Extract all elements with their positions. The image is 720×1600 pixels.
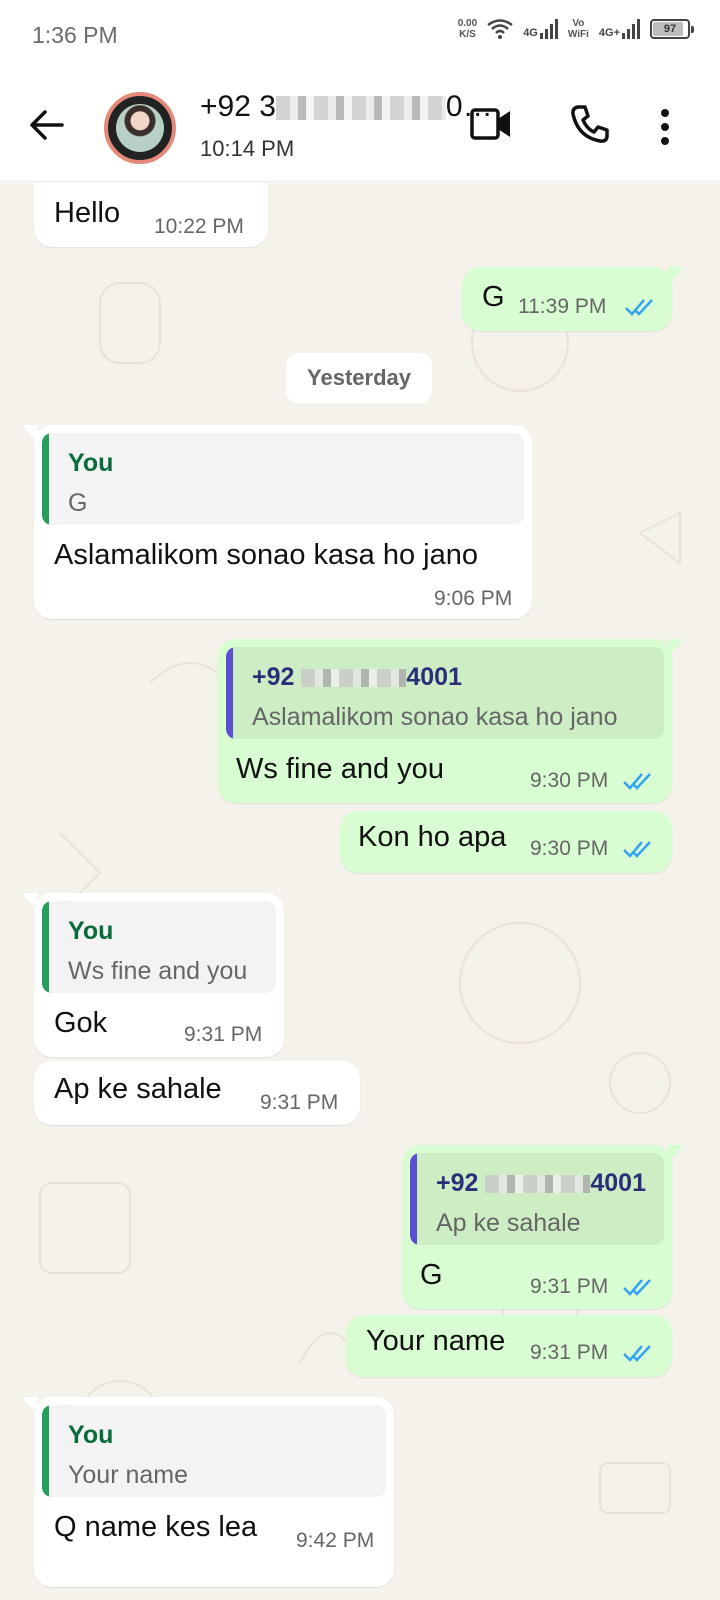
- chat-area[interactable]: Hello 10:22 PM G 11:39 PM Yesterday You …: [0, 183, 720, 1600]
- signal-bars-icon: [622, 19, 640, 39]
- message-text: Ws fine and you: [236, 753, 444, 785]
- net-speed-unit: K/S: [459, 29, 476, 40]
- video-call-icon[interactable]: [470, 106, 512, 142]
- quote-text: Aslamalikom sonao kasa ho jano: [252, 703, 618, 731]
- back-arrow-icon[interactable]: [28, 107, 64, 143]
- message-time: 9:06 PM: [434, 587, 513, 610]
- message-time: 9:31 PM: [260, 1091, 339, 1114]
- message-time: 10:22 PM: [154, 215, 244, 238]
- wifi-icon: [487, 19, 513, 39]
- quote-text: Your name: [68, 1461, 188, 1489]
- message-time: 11:39 PM: [518, 295, 607, 318]
- incoming-message[interactable]: Ap ke sahale 9:31 PM: [34, 1061, 360, 1125]
- redacted-number: [275, 96, 446, 121]
- vowifi-icon: Vo WiFi: [568, 18, 589, 40]
- double-check-icon: [623, 841, 651, 858]
- vowifi-top: Vo: [572, 18, 585, 29]
- battery-level: 97: [663, 23, 677, 35]
- last-seen: 10:14 PM: [200, 136, 295, 161]
- status-icons: 0.00 K/S 4G Vo WiFi 4G+ 97: [458, 18, 694, 40]
- net-speed-value: 0.00: [457, 18, 478, 29]
- redacted-number: [485, 1175, 591, 1194]
- incoming-message[interactable]: You G Aslamalikom sonao kasa ho jano 9:0…: [22, 425, 532, 619]
- outgoing-message[interactable]: Your name 9:31 PM: [346, 1315, 672, 1377]
- incoming-message[interactable]: Hello 10:22 PM: [34, 183, 268, 247]
- chat-header: +92 3 0… 10:14 PM: [0, 72, 720, 182]
- message-text: Aslamalikom sonao kasa ho jano: [54, 539, 478, 571]
- quote-author-suffix: 4001: [406, 663, 462, 691]
- message-time: 9:31 PM: [530, 1275, 609, 1298]
- quote-author: You: [68, 1421, 114, 1449]
- message-time: 9:30 PM: [530, 837, 609, 860]
- quoted-reply[interactable]: You Ws fine and you: [42, 901, 276, 993]
- net-speed: 0.00 K/S: [458, 18, 477, 40]
- more-options-icon[interactable]: [660, 108, 670, 146]
- message-time: 9:31 PM: [530, 1341, 609, 1364]
- message-text: Ap ke sahale: [54, 1073, 222, 1105]
- phone-call-icon[interactable]: [570, 104, 610, 144]
- signal-bars-icon: [539, 19, 558, 39]
- redacted-number: [301, 669, 407, 688]
- quoted-reply[interactable]: +92 4001 Aslamalikom sonao kasa ho jano: [226, 647, 664, 739]
- quote-author-prefix: +92: [252, 663, 295, 691]
- status-time: 1:36 PM: [32, 22, 118, 48]
- contact-avatar[interactable]: [104, 92, 176, 164]
- quoted-reply[interactable]: +92 4001 Ap ke sahale: [410, 1153, 664, 1245]
- incoming-message[interactable]: You Ws fine and you Gok 9:31 PM: [22, 893, 284, 1057]
- message-time: 9:30 PM: [530, 769, 609, 792]
- signal-sim2: 4G+: [599, 19, 640, 39]
- sim1-label: 4G: [523, 27, 538, 39]
- double-check-icon: [623, 1345, 651, 1362]
- message-text: Hello: [54, 197, 121, 229]
- quote-author-suffix: 4001: [590, 1169, 646, 1197]
- message-text: Your name: [366, 1325, 506, 1357]
- message-text: Gok: [54, 1007, 108, 1039]
- quote-text: G: [68, 489, 88, 517]
- outgoing-message[interactable]: +92 4001 Aslamalikom sonao kasa ho jano …: [218, 639, 684, 803]
- outgoing-message[interactable]: G 11:39 PM: [462, 267, 684, 331]
- vowifi-bottom: WiFi: [567, 29, 589, 40]
- sim2-label: 4G+: [598, 27, 620, 39]
- message-time: 9:42 PM: [296, 1529, 375, 1552]
- contact-name[interactable]: +92 3 0…: [200, 90, 493, 124]
- quote-author-prefix: +92: [436, 1169, 479, 1197]
- quote-author: You: [68, 449, 114, 477]
- double-check-icon: [625, 299, 653, 316]
- message-text: Kon ho apa: [358, 821, 507, 853]
- outgoing-message[interactable]: +92 4001 Ap ke sahale G 9:31 PM: [402, 1145, 684, 1309]
- message-time: 9:31 PM: [184, 1023, 263, 1046]
- quote-author: +92 4001: [252, 663, 462, 692]
- double-check-icon: [623, 1279, 651, 1296]
- status-bar: 1:36 PM 0.00 K/S 4G Vo WiFi 4G+ 97: [0, 0, 720, 72]
- outgoing-message[interactable]: Kon ho apa 9:30 PM: [340, 811, 672, 873]
- message-text: Q name kes lea: [54, 1511, 258, 1543]
- quoted-reply[interactable]: You Your name: [42, 1405, 386, 1497]
- signal-sim1: 4G: [523, 19, 558, 39]
- incoming-message[interactable]: You Your name Q name kes lea 9:42 PM: [22, 1397, 394, 1587]
- double-check-icon: [623, 773, 651, 790]
- quote-author: +92 4001: [436, 1169, 646, 1198]
- quoted-reply[interactable]: You G: [42, 433, 524, 525]
- message-text: G: [420, 1259, 443, 1291]
- quote-text: Ws fine and you: [68, 957, 248, 985]
- message-text: G: [482, 281, 505, 313]
- quote-author: You: [68, 917, 114, 945]
- quote-text: Ap ke sahale: [436, 1209, 581, 1237]
- date-divider: Yesterday: [286, 353, 432, 403]
- battery-icon: 97: [650, 19, 694, 39]
- contact-name-prefix: +92 3: [200, 90, 276, 123]
